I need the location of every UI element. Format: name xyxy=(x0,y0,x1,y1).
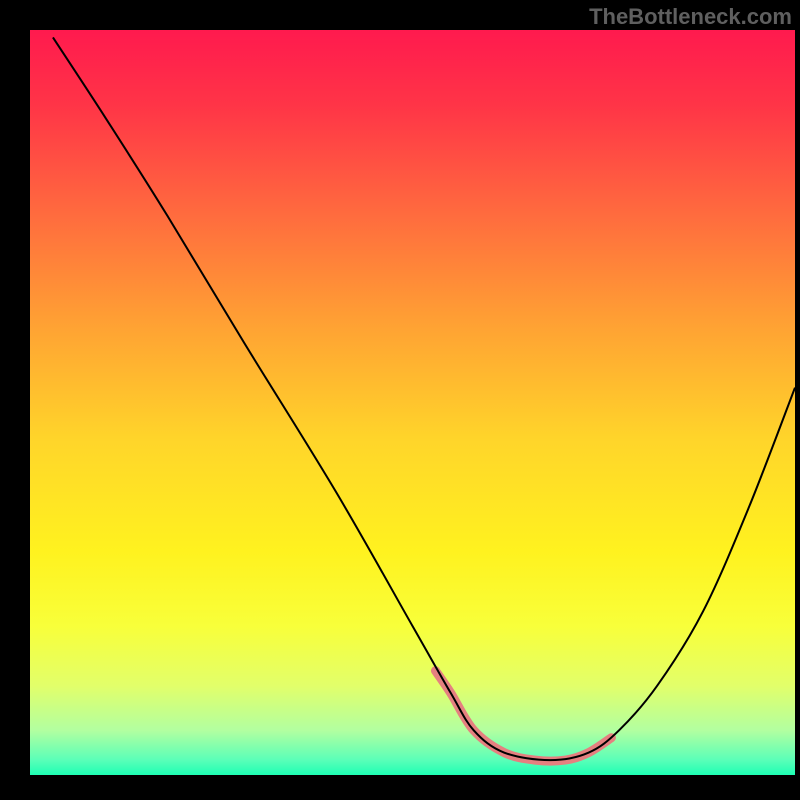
bottleneck-chart: TheBottleneck.com xyxy=(0,0,800,800)
chart-canvas xyxy=(0,0,800,800)
plot-background xyxy=(30,30,795,775)
watermark-text: TheBottleneck.com xyxy=(589,4,792,30)
